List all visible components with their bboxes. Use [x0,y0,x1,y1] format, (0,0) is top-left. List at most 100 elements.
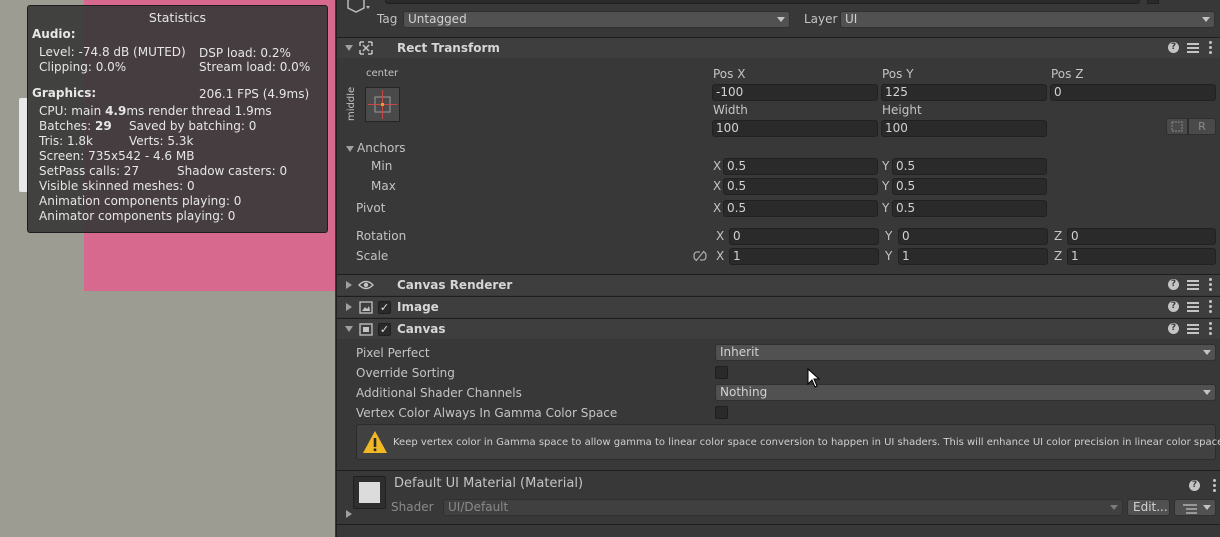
help-icon[interactable]: ? [1168,323,1179,334]
override-sorting-label: Override Sorting [356,366,455,380]
scale-x-field[interactable]: 1 [729,248,879,265]
blueprint-mode-button[interactable] [1166,118,1188,135]
rotation-z-axis: Z [1054,229,1063,243]
warning-text: Keep vertex color in Gamma space to allo… [393,437,1220,448]
rect-transform-header[interactable]: Rect Transform ? [337,37,1220,58]
game-view[interactable]: Statistics Audio: Level: -74.8 dB (MUTED… [0,0,335,537]
inspector-panel: Tag Untagged Layer UI Rect Transform ? c… [336,0,1220,537]
pos-z-field[interactable]: 0 [1050,84,1216,101]
shader-dropdown[interactable]: UI/Default [443,499,1123,516]
statistics-title: Statistics [148,10,207,25]
skinned-meshes: Visible skinned meshes: 0 [39,179,195,193]
scale-y-axis: Y [885,249,893,263]
edit-shader-button[interactable]: Edit... [1127,499,1170,516]
animator-components: Animator components playing: 0 [39,209,236,223]
pos-x-field[interactable]: -100 [712,84,878,101]
foldout-arrow-icon[interactable] [346,281,352,289]
statistics-panel: Statistics Audio: Level: -74.8 dB (MUTED… [27,5,328,233]
anchor-preset-button[interactable] [365,87,400,122]
width-field[interactable]: 100 [712,120,878,137]
mouse-cursor-icon [807,368,821,388]
image-title: Image [397,300,439,314]
pivot-x-axis: X [713,201,722,215]
rotation-x-field[interactable]: 0 [729,228,879,245]
section-divider [337,470,1220,471]
material-preview[interactable] [353,476,386,509]
vertex-color-checkbox[interactable] [715,406,728,419]
presets-icon[interactable] [1187,300,1199,312]
canvas-renderer-header[interactable]: Canvas Renderer ? [337,274,1220,295]
pivot-x-field[interactable]: 0.5 [723,200,878,217]
name-field[interactable] [385,0,1140,4]
foldout-arrow-icon[interactable] [346,303,352,311]
pivot-y-field[interactable]: 0.5 [892,200,1047,217]
layer-dropdown[interactable]: UI [840,11,1215,28]
gameobject-cube-icon [347,0,370,13]
help-icon[interactable]: ? [1168,279,1179,290]
tag-label: Tag [377,12,398,26]
anchor-min-y-field[interactable]: 0.5 [892,158,1047,175]
context-menu-icon[interactable] [1209,322,1212,335]
rotation-z-field[interactable]: 0 [1067,228,1216,245]
pivot-label: Pivot [356,201,386,215]
material-title: Default UI Material (Material) [394,476,584,491]
rotation-x-axis: X [716,229,725,243]
anchor-min-label: Min [371,159,393,173]
anchors-foldout-icon[interactable] [346,146,354,152]
setpass-calls: SetPass calls: 27 [39,164,140,178]
help-icon[interactable]: ? [1168,301,1179,312]
help-icon[interactable]: ? [1168,42,1179,53]
image-enabled-checkbox[interactable]: ✓ [378,301,391,314]
context-menu-icon[interactable] [1209,41,1212,54]
canvas-header[interactable]: ✓ Canvas ? [337,318,1220,339]
stream-load: Stream load: 0.0% [199,60,311,74]
foldout-arrow-icon[interactable] [345,326,353,332]
shader-channels-dropdown[interactable]: Nothing [715,384,1216,401]
warning-helpbox: Keep vertex color in Gamma space to allo… [356,424,1220,460]
list-icon [1183,503,1197,518]
warning-icon [363,431,387,453]
anchor-max-x-field[interactable]: 0.5 [723,178,878,195]
width-label: Width [713,103,748,117]
image-header[interactable]: ✓ Image ? [337,296,1220,317]
pixel-perfect-dropdown[interactable]: Inherit [715,344,1216,361]
presets-icon[interactable] [1187,41,1199,53]
anchors-label: Anchors [357,141,406,155]
presets-icon[interactable] [1187,278,1199,290]
pos-y-field[interactable]: 125 [881,84,1047,101]
static-checkbox[interactable] [1147,0,1159,4]
canvas-renderer-title: Canvas Renderer [397,278,513,292]
rotation-y-axis: Y [885,229,893,243]
context-menu-icon[interactable] [1209,300,1212,313]
shader-options-button[interactable] [1174,499,1216,516]
tag-dropdown[interactable]: Untagged [403,11,790,28]
height-field[interactable]: 100 [881,120,1047,137]
rotation-y-field[interactable]: 0 [898,228,1048,245]
dsp-load: DSP load: 0.2% [199,46,291,60]
verts: Verts: 5.3k [129,134,194,148]
anchor-max-label: Max [371,179,396,193]
material-help-icon[interactable]: ? [1189,480,1200,491]
context-menu-icon[interactable] [1209,278,1212,291]
scale-y-field[interactable]: 1 [898,248,1048,265]
height-label: Height [882,103,922,117]
anchor-max-y-axis: Y [882,179,890,193]
scale-z-field[interactable]: 1 [1067,248,1216,265]
anchor-max-y-field[interactable]: 0.5 [892,178,1047,195]
material-foldout-icon[interactable] [346,510,352,518]
material-context-menu-icon[interactable] [1213,479,1216,492]
anchor-preset-icon [368,90,397,119]
override-sorting-checkbox[interactable] [715,366,728,379]
anchor-min-x-field[interactable]: 0.5 [723,158,878,175]
canvas-enabled-checkbox[interactable]: ✓ [378,323,391,336]
raw-edit-button[interactable]: R [1188,118,1216,135]
anchor-max-x-axis: X [713,179,722,193]
animation-components: Animation components playing: 0 [39,194,242,208]
screen-info: Screen: 735x542 - 4.6 MB [39,149,195,163]
foldout-arrow-icon[interactable] [345,45,353,51]
scale-z-axis: Z [1054,249,1063,263]
pivot-y-axis: Y [882,201,890,215]
constrain-proportions-icon[interactable] [693,250,707,262]
anchor-preset-side-label: middle [346,86,357,121]
presets-icon[interactable] [1187,322,1199,334]
